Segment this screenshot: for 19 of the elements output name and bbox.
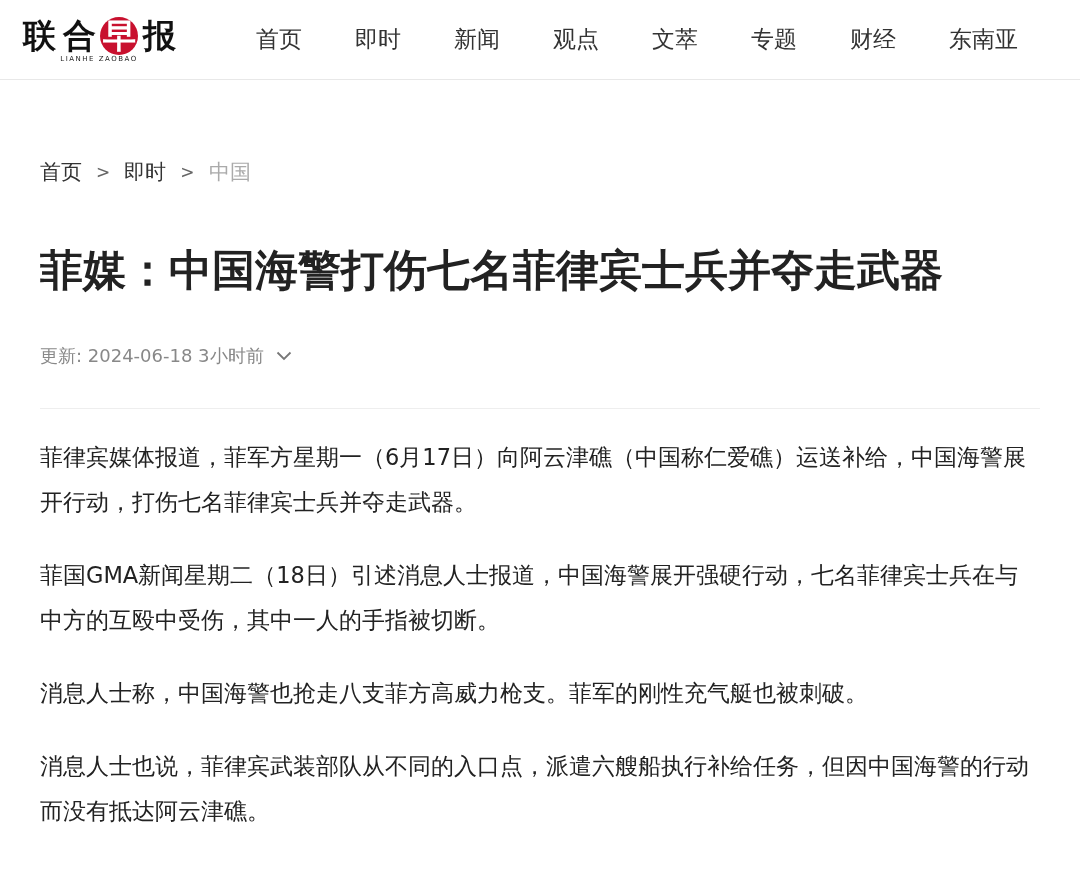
nav-link[interactable]: 新闻 [454,24,502,55]
nav-link[interactable]: 专题 [751,24,799,55]
article-title: 菲媒：中国海警打伤七名菲律宾士兵并夺走武器 [40,244,944,297]
chevron-down-icon[interactable] [275,351,292,361]
nav-link[interactable]: 文萃 [652,24,700,55]
breadcrumb-separator: > [96,162,111,182]
update-time: 更新: 2024-06-18 3小时前 [40,344,264,368]
breadcrumb-link[interactable]: 首页 [40,158,82,186]
nav-link[interactable]: 即时 [355,24,403,55]
nav-link[interactable]: 东南亚 [949,24,1018,55]
nav-link[interactable]: 财经 [850,24,898,55]
nav-link[interactable]: 首页 [256,24,304,55]
article-paragraph: 菲律宾媒体报道，菲军方星期一（6月17日）向阿云津礁（中国称仁爱礁）运送补给，中国海警展开行动，打伤七名菲律宾士兵并夺走武器。 [40,443,1027,517]
breadcrumb-link[interactable]: 即时 [124,158,167,186]
nav-link[interactable]: 观点 [553,24,601,55]
article-paragraph: 菲国GMA新闻星期二（18日）引述消息人士报道，中国海警展开强硬行动，七名菲律宾士兵在与中方的互殴中受伤，其中一人的手指被切断。 [40,561,1019,635]
article-paragraph: 消息人士称，中国海警也抢走八支菲方高威力枪支。菲军的刚性充气艇也被刺破。 [40,679,869,708]
breadcrumb-separator: > [180,162,195,182]
article-paragraph: 消息人士也说，菲律宾武装部队从不同的入口点，派遣六艘船执行补给任务，但因中国海警的行动而没有抵达阿云津礁。 [40,752,1030,826]
